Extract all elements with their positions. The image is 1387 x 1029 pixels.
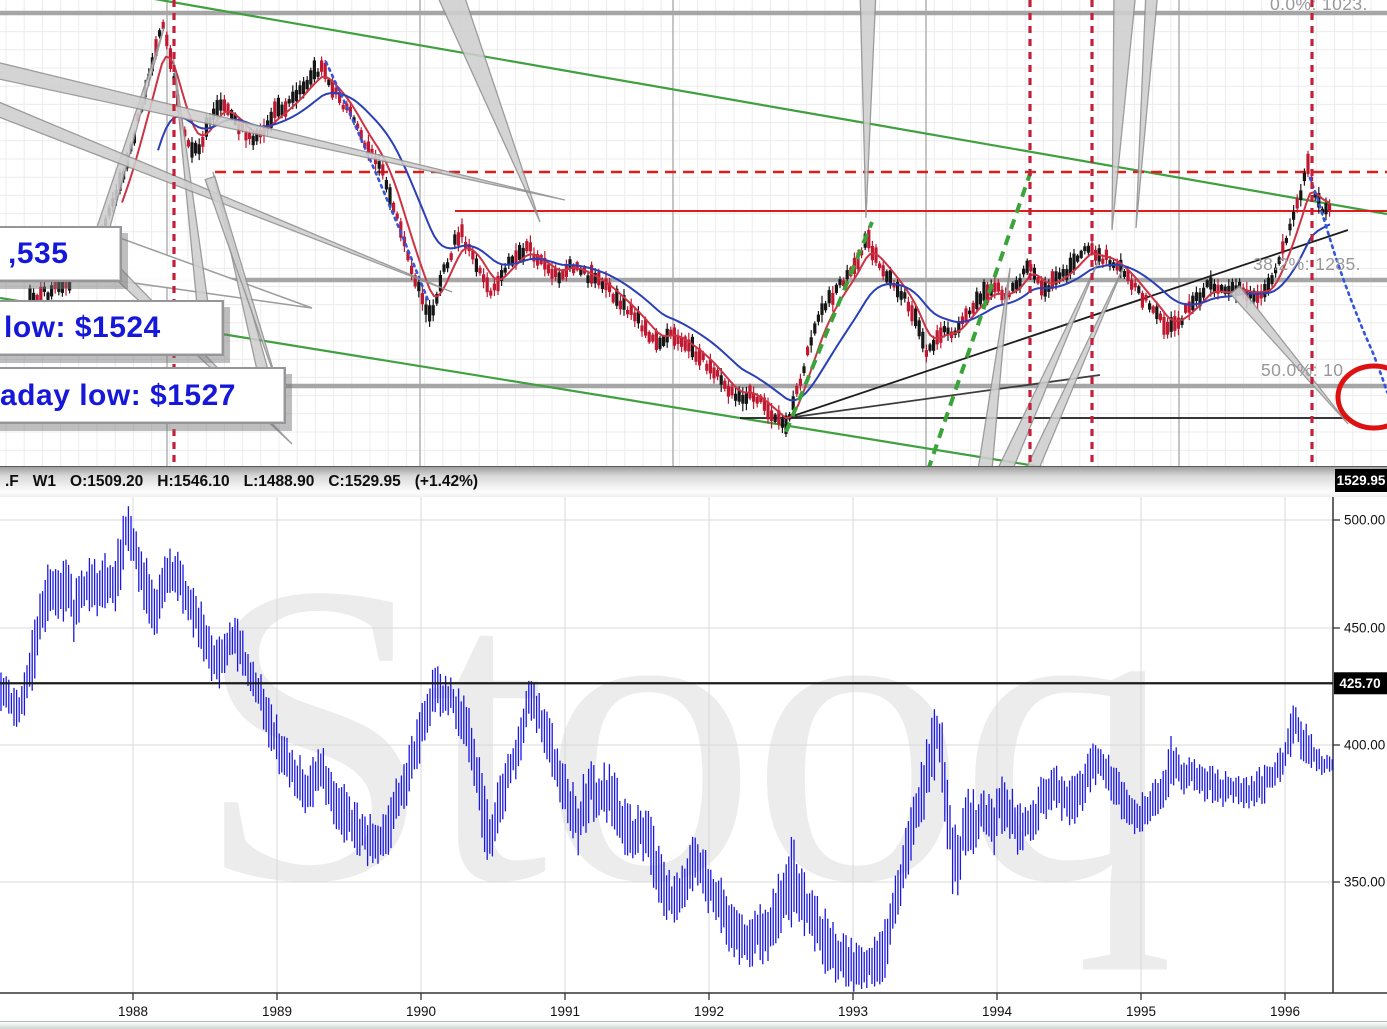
close-value: C:1529.95	[328, 473, 400, 491]
x-axis-year-label: 1994	[982, 1004, 1013, 1019]
price-callout-low-1524: low: $1524	[0, 300, 224, 356]
bottom-scroll-strip[interactable]	[0, 1021, 1387, 1029]
high-value: H:1546.10	[157, 473, 229, 491]
x-axis-year-label: 1992	[694, 1004, 724, 1019]
y-axis-label: 450.00	[1344, 621, 1385, 636]
x-axis-year-label: 1988	[118, 1004, 148, 1019]
fib-label-382: 38.2%: 1285.	[1253, 254, 1361, 275]
x-axis-year-label: 1995	[1126, 1004, 1156, 1019]
open-value: O:1509.20	[70, 473, 143, 491]
screenshot-root: 0.0%: 1023. 38.2%: 1285. 50.0%: 10 ,535 …	[0, 0, 1387, 1029]
quote-header-bar: .F W1 O:1509.20 H:1546.10 L:1488.90 C:15…	[0, 466, 1387, 497]
svg-text:425.70: 425.70	[1339, 676, 1380, 691]
x-axis-year-label: 1989	[262, 1004, 292, 1019]
current-price-badge: 425.70	[1334, 672, 1387, 694]
x-axis-year-label: 1991	[550, 1004, 580, 1019]
price-chart-canvas[interactable]: Stooq425.70500.00450.00400.00350.0019881…	[0, 466, 1387, 1029]
timeframe-label: W1	[33, 473, 56, 491]
change-percent: (+1.42%)	[415, 473, 478, 491]
y-axis-label: 350.00	[1344, 875, 1385, 890]
symbol-label: .F	[5, 473, 19, 491]
price-callout-intraday-low-1527: aday low: $1527	[0, 367, 286, 424]
fib-label-0: 0.0%: 1023.	[1270, 0, 1368, 15]
x-axis-year-label: 1993	[838, 1004, 868, 1019]
x-axis-year-label: 1990	[406, 1004, 436, 1019]
low-value: L:1488.90	[244, 473, 315, 491]
price-callout-1535: ,535	[0, 226, 122, 282]
x-axis-year-label: 1996	[1270, 1004, 1300, 1019]
fib-label-50: 50.0%: 10	[1261, 360, 1343, 381]
last-price-badge: 1529.95	[1335, 469, 1387, 492]
y-axis-label: 400.00	[1344, 738, 1385, 753]
y-axis-label: 500.00	[1344, 513, 1385, 528]
